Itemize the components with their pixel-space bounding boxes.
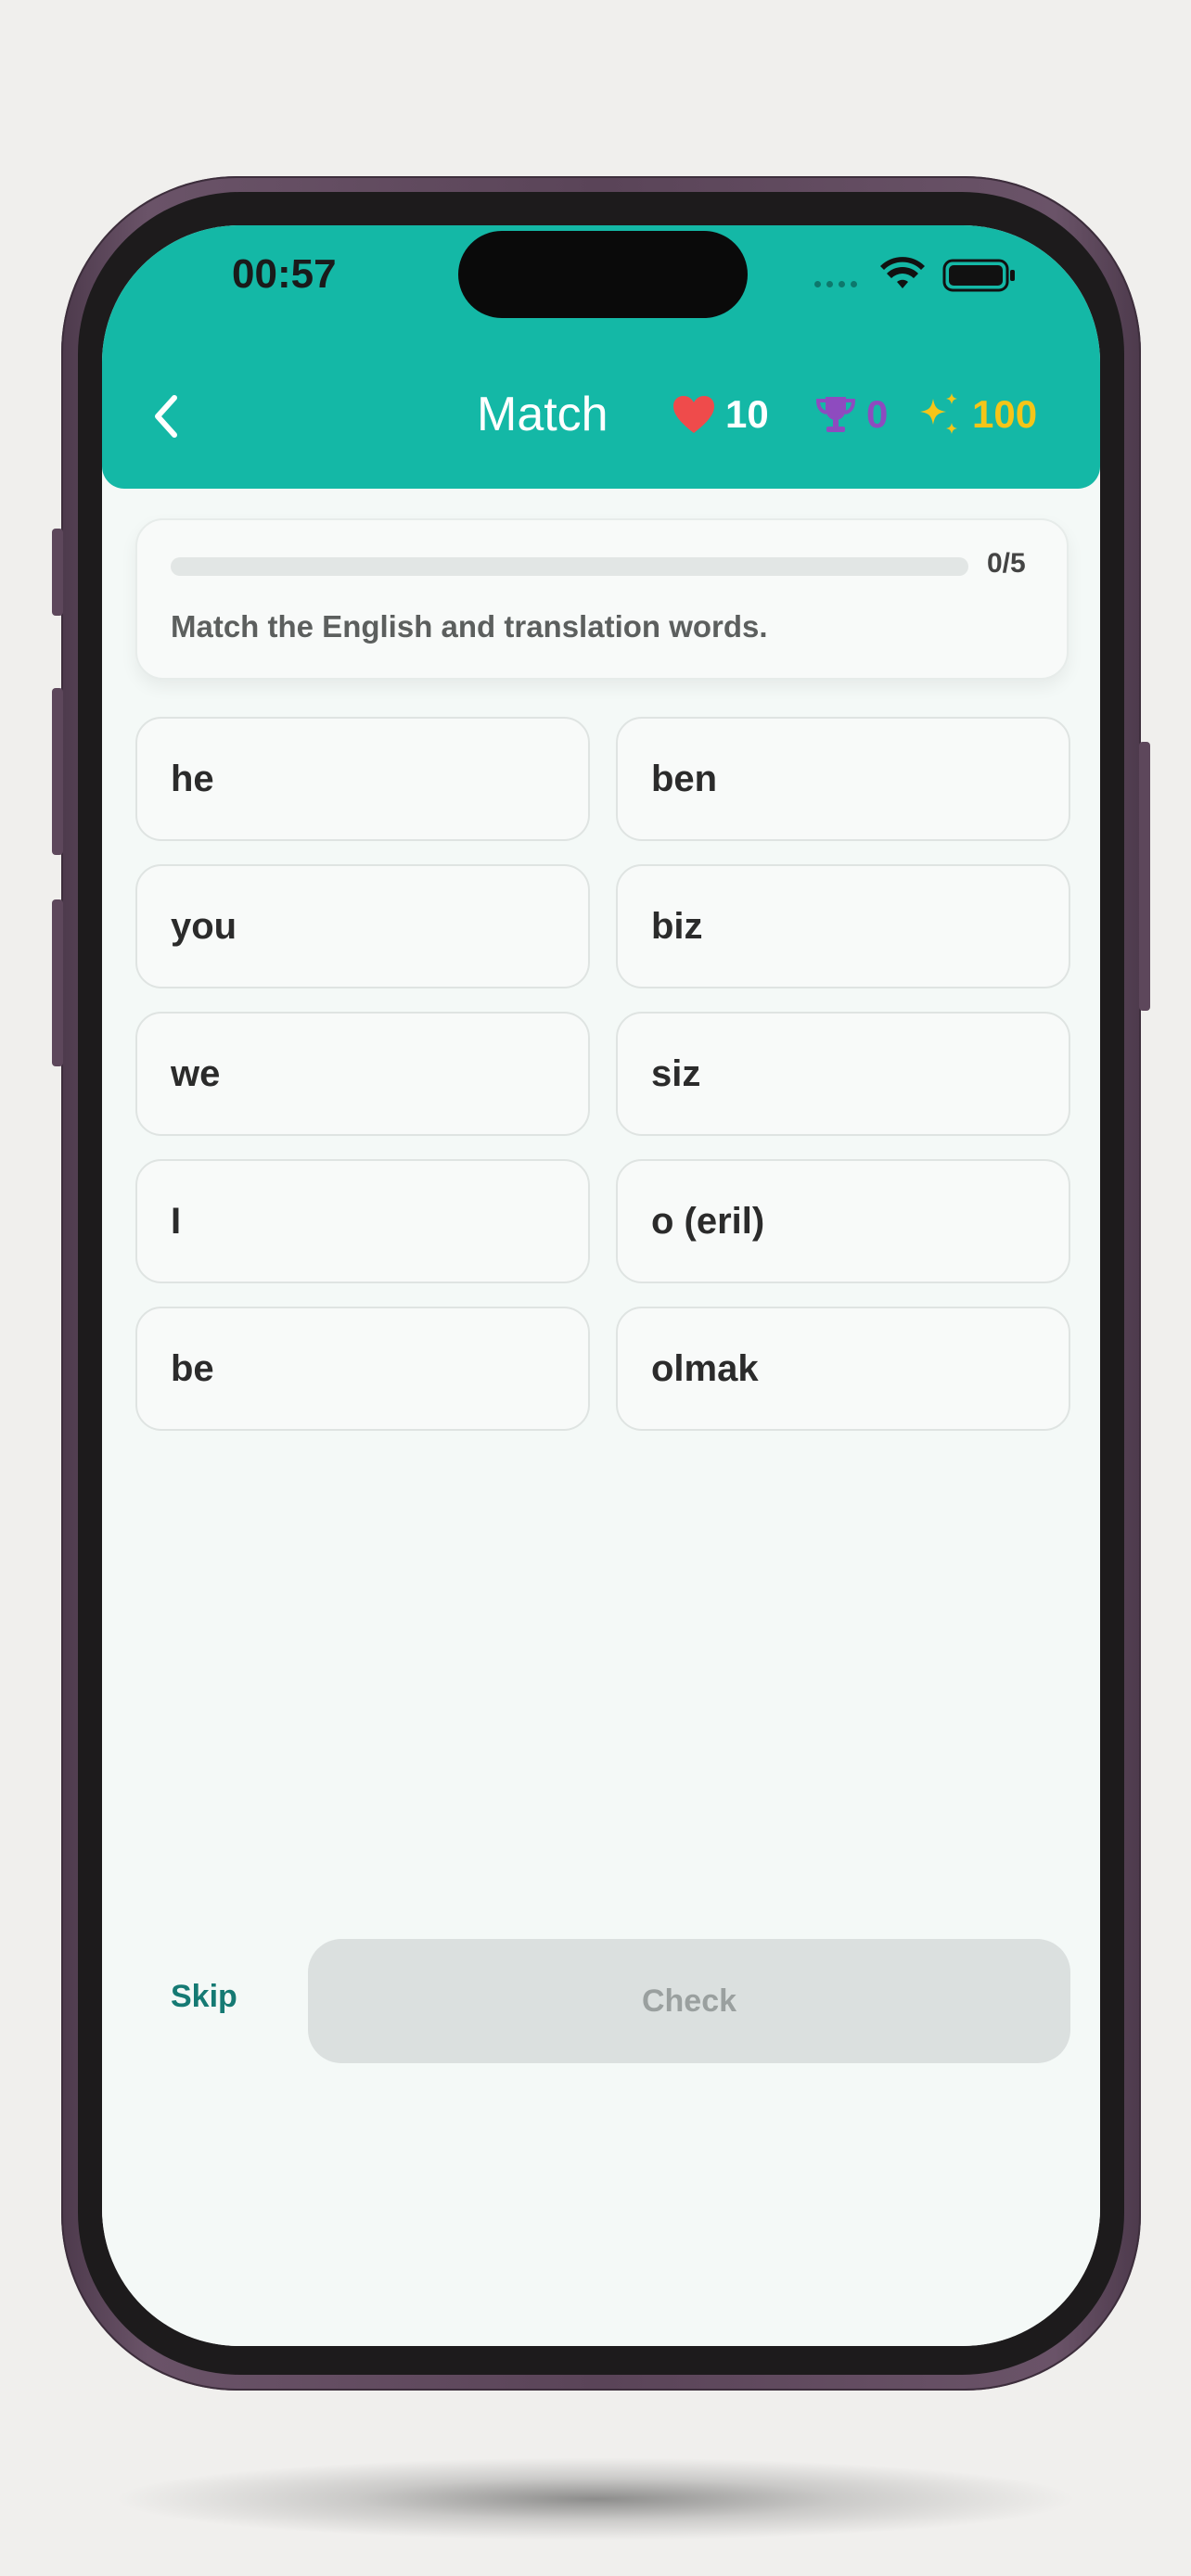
phone-volume-down-button <box>52 899 63 1066</box>
phone-action-button <box>52 529 63 616</box>
page-title: Match <box>477 388 608 441</box>
app-header: 00:57 Match 10 0 100 <box>102 225 1100 489</box>
sparkle-icon <box>920 393 957 434</box>
battery-icon <box>942 259 1015 292</box>
match-exercise: 0/5 Match the English and translation wo… <box>102 489 1100 2346</box>
english-word-card[interactable]: you <box>135 864 590 988</box>
phone-floor-shadow <box>111 2457 1080 2541</box>
progress-count: 0/5 <box>987 548 1026 579</box>
skip-button[interactable]: Skip <box>171 1979 237 2015</box>
wifi-icon <box>880 257 925 288</box>
english-word-card[interactable]: he <box>135 717 590 841</box>
translation-word-card[interactable]: biz <box>616 864 1070 988</box>
translation-word-card[interactable]: olmak <box>616 1307 1070 1431</box>
sparkles-counter: 100 <box>916 389 1037 440</box>
instruction-text: Match the English and translation words. <box>171 609 768 644</box>
english-word-card[interactable]: we <box>135 1012 590 1136</box>
hearts-value: 10 <box>725 392 769 436</box>
translation-word-card[interactable]: ben <box>616 717 1070 841</box>
trophies-counter: 0 <box>814 389 888 440</box>
sparkles-value: 100 <box>972 392 1038 436</box>
app-screen: 00:57 Match 10 0 100 0/5 Match the Engli… <box>102 225 1100 2346</box>
dynamic-island <box>458 231 748 318</box>
hearts-counter: 10 <box>672 389 769 440</box>
check-button[interactable]: Check <box>308 1939 1070 2063</box>
translation-word-card[interactable]: siz <box>616 1012 1070 1136</box>
chevron-left-icon[interactable] <box>143 389 189 444</box>
heart-icon <box>673 396 714 433</box>
cellular-signal-icon <box>814 281 857 287</box>
phone-volume-up-button <box>52 688 63 855</box>
status-time: 00:57 <box>232 251 337 297</box>
phone-power-button <box>1139 742 1150 1011</box>
english-word-card[interactable]: be <box>135 1307 590 1431</box>
trophies-value: 0 <box>866 392 889 436</box>
trophy-icon <box>815 397 856 432</box>
english-word-card[interactable]: I <box>135 1159 590 1283</box>
progress-card: 0/5 Match the English and translation wo… <box>135 518 1069 680</box>
progress-bar <box>171 557 968 576</box>
translation-word-card[interactable]: o (eril) <box>616 1159 1070 1283</box>
